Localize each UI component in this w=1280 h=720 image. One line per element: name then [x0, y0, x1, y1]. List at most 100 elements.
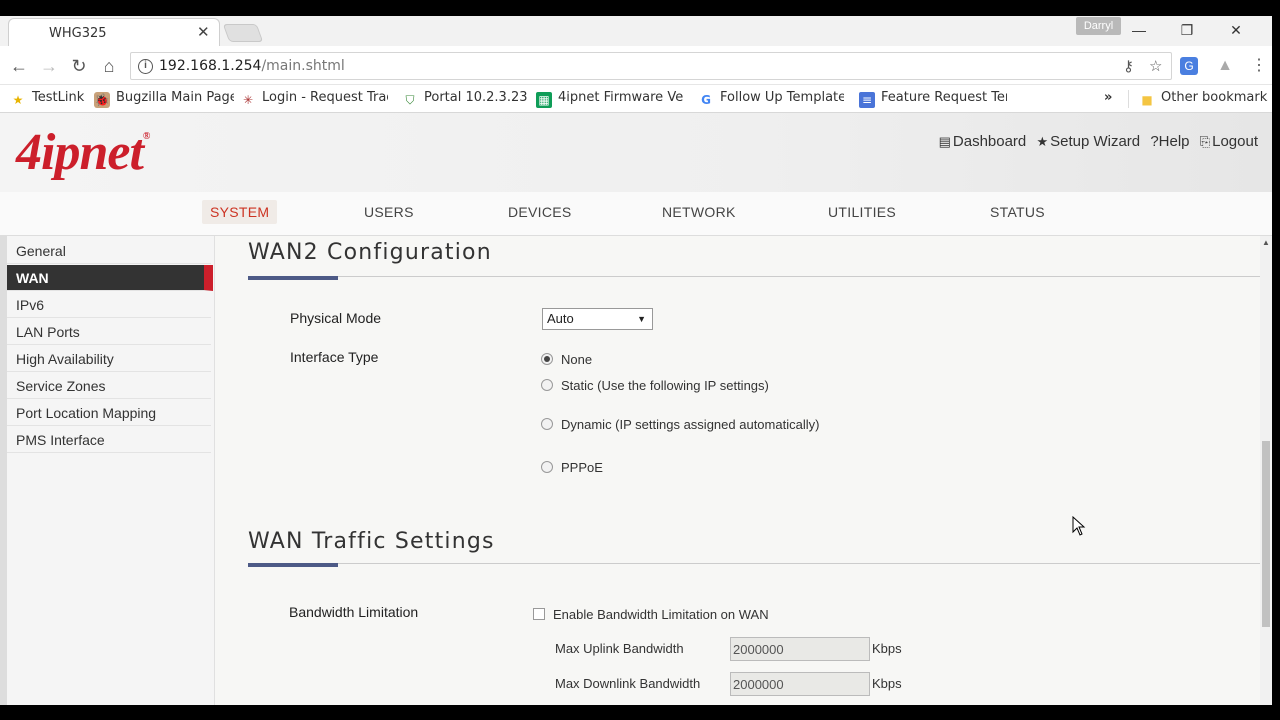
menu-icon[interactable]: ⋮ [1248, 55, 1270, 77]
max-uplink-input[interactable] [730, 637, 870, 661]
nav-users[interactable]: USERS [364, 204, 414, 220]
logo[interactable]: 4ipnet® [16, 123, 151, 182]
radio-static[interactable]: Static (Use the following IP settings) [541, 378, 769, 393]
tab-title: WHG325 [49, 26, 107, 41]
reload-icon[interactable]: ↻ [68, 55, 90, 77]
logo-text: 4ipnet [16, 124, 144, 181]
bookmark-testlink[interactable]: ★ TestLink [10, 90, 90, 108]
info-icon[interactable]: i [138, 59, 153, 74]
bookmark-firmware[interactable]: ▦ 4ipnet Firmware Vers [536, 90, 683, 108]
logout-label: Logout [1212, 133, 1258, 150]
drive-icon[interactable]: ▲ [1214, 55, 1236, 77]
physical-mode-select[interactable]: Auto ▼ [542, 308, 653, 330]
header-links: ▤ Dashboard ★ Setup Wizard ?Help ⎘ Logout [933, 133, 1258, 150]
key-icon[interactable]: ⚷ [1123, 57, 1134, 75]
wan2-section-title: WAN2 Configuration [248, 240, 492, 265]
dropdown-arrow-icon: ▼ [637, 314, 646, 324]
nav-utilities[interactable]: UTILITIES [828, 204, 896, 220]
folder-icon: ■ [1141, 93, 1153, 107]
max-downlink-input[interactable] [730, 672, 870, 696]
nav-status[interactable]: STATUS [990, 204, 1045, 220]
bookmark-label: TestLink [32, 90, 85, 105]
scroll-thumb[interactable] [1262, 441, 1270, 627]
close-window-icon[interactable]: ✕ [1221, 18, 1251, 42]
bookmark-portal[interactable]: ⛉ Portal 10.2.3.230 [402, 90, 528, 108]
restore-icon[interactable]: ❐ [1172, 18, 1202, 42]
bookmark-request-tracker[interactable]: ✳ Login - Request Track [240, 90, 388, 108]
enable-bandwidth-checkbox[interactable] [533, 608, 545, 620]
setup-wizard-label: Setup Wizard [1050, 133, 1141, 150]
profile-button[interactable]: Darryl [1076, 17, 1121, 35]
interface-type-label: Interface Type [290, 349, 379, 365]
sidebar-item-ipv6[interactable]: IPv6 [7, 292, 211, 318]
sidebar-item-service-zones[interactable]: Service Zones [7, 373, 211, 399]
tab-strip: WHG325 ✕ Darryl — ❐ ✕ [0, 16, 1272, 46]
sidebar-item-pms-interface[interactable]: PMS Interface [7, 427, 211, 453]
uplink-unit: Kbps [872, 641, 902, 656]
max-downlink-label: Max Downlink Bandwidth [555, 676, 701, 691]
browser-toolbar: ← → ↻ ⌂ i 192.168.1.254/main.shtml ⚷ ☆ G… [0, 46, 1272, 85]
nav-network[interactable]: NETWORK [662, 204, 736, 220]
bookmark-label: Feature Request Tem [881, 90, 1007, 105]
bookmark-label: Login - Request Track [262, 90, 388, 105]
bookmark-bugzilla[interactable]: 🐞 Bugzilla Main Page [94, 90, 234, 108]
new-tab-button[interactable] [222, 24, 264, 42]
scroll-up-arrow-icon[interactable]: ▲ [1262, 238, 1270, 247]
address-bar[interactable]: i 192.168.1.254/main.shtml ⚷ ☆ [130, 52, 1172, 80]
testlink-icon: ★ [12, 93, 24, 107]
checkbox-label: Enable Bandwidth Limitation on WAN [553, 607, 769, 622]
sidebar-item-general[interactable]: General [7, 238, 211, 264]
google-icon: G [701, 93, 711, 107]
radio-dynamic[interactable]: Dynamic (IP settings assigned automatica… [541, 417, 819, 432]
radio-button[interactable] [541, 418, 553, 430]
radio-button[interactable] [541, 353, 553, 365]
registered-mark: ® [142, 131, 151, 142]
radio-none[interactable]: None [541, 352, 592, 367]
dashboard-icon: ▤ [938, 134, 951, 149]
home-icon[interactable]: ⌂ [98, 55, 120, 77]
logout-link[interactable]: ⎘ Logout [1200, 133, 1258, 150]
browser-window: WHG325 ✕ Darryl — ❐ ✕ ← → ↻ ⌂ i 192.168.… [0, 16, 1272, 705]
sidebar-item-wan[interactable]: WAN [7, 265, 213, 291]
browser-tab[interactable]: WHG325 ✕ [8, 18, 220, 46]
url-path: /main.shtml [261, 58, 345, 74]
back-icon[interactable]: ← [8, 55, 30, 77]
section-divider [248, 563, 1260, 564]
url-host: 192.168.1.254 [159, 58, 262, 74]
bookmarks-bar: ★ TestLink 🐞 Bugzilla Main Page ✳ Login - R… [0, 85, 1272, 113]
enable-bandwidth-option[interactable]: Enable Bandwidth Limitation on WAN [533, 607, 769, 622]
nav-system[interactable]: SYSTEM [202, 200, 278, 224]
docs-icon: ≡ [859, 92, 875, 108]
star-icon[interactable]: ☆ [1149, 57, 1162, 75]
mouse-cursor-icon [1072, 516, 1086, 536]
setup-wizard-link[interactable]: ★ Setup Wizard [1036, 133, 1140, 150]
sidebar-item-port-location-mapping[interactable]: Port Location Mapping [7, 400, 211, 426]
nav-devices[interactable]: DEVICES [508, 204, 572, 220]
minimize-icon[interactable]: — [1124, 18, 1154, 42]
logout-icon: ⎘ [1199, 134, 1211, 149]
bookmark-label: Portal 10.2.3.230 [424, 90, 528, 105]
radio-pppoe[interactable]: PPPoE [541, 460, 603, 475]
sidebar-item-high-availability[interactable]: High Availability [7, 346, 211, 372]
close-tab-icon[interactable]: ✕ [197, 23, 210, 41]
forward-icon[interactable]: → [38, 55, 60, 77]
page-scrollbar[interactable]: ▲ [1260, 236, 1272, 705]
section-accent-bar [248, 563, 338, 567]
other-bookmarks[interactable]: ■ Other bookmarks [1128, 90, 1268, 108]
section-accent-bar [248, 276, 338, 280]
sidebar-item-lan-ports[interactable]: LAN Ports [7, 319, 211, 345]
traffic-section-title: WAN Traffic Settings [248, 529, 495, 554]
help-link[interactable]: ?Help [1150, 133, 1189, 150]
radio-button[interactable] [541, 461, 553, 473]
more-bookmarks-button[interactable]: » [1104, 90, 1118, 108]
translate-icon[interactable]: G [1180, 57, 1198, 75]
dashboard-link[interactable]: ▤ Dashboard [939, 133, 1027, 150]
bookmark-follow-up[interactable]: G Follow Up Template - [698, 90, 844, 108]
physical-mode-label: Physical Mode [290, 310, 382, 326]
url-text[interactable]: 192.168.1.254/main.shtml [159, 58, 345, 74]
radio-button[interactable] [541, 379, 553, 391]
sidebar: General WAN IPv6 LAN Ports High Availabi… [0, 236, 215, 705]
shield-icon: ⛉ [405, 93, 415, 107]
bookmark-feature-request[interactable]: ≡ Feature Request Tem [859, 90, 1007, 108]
main-nav: SYSTEM USERS DEVICES NETWORK UTILITIES S… [0, 192, 1272, 236]
